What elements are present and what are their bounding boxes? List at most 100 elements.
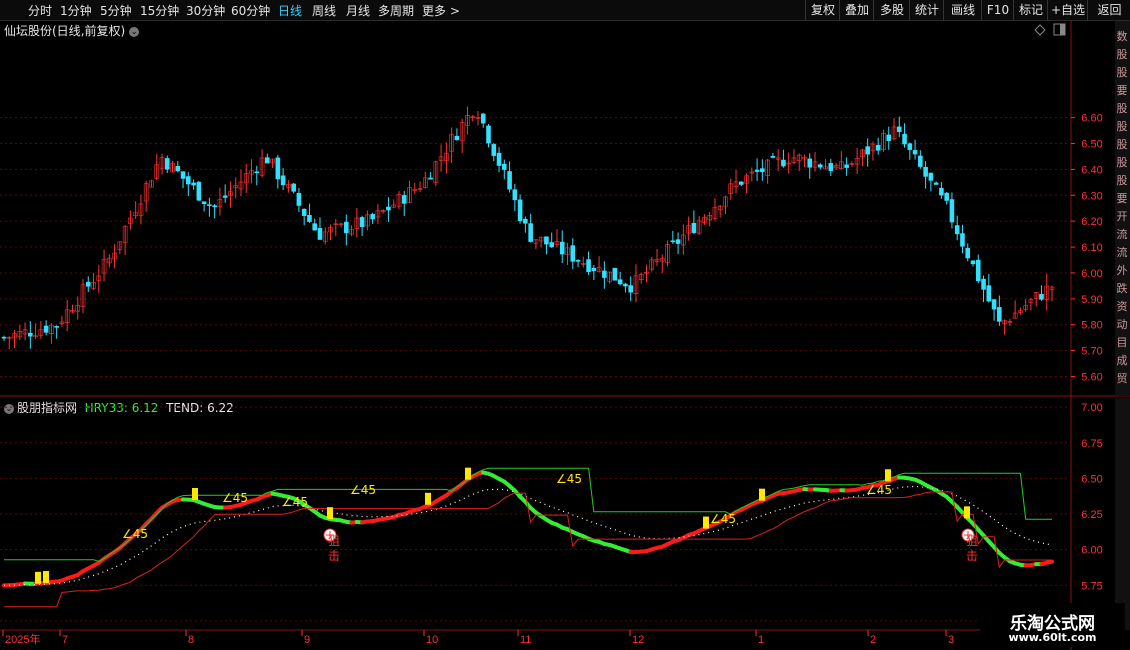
- candle-body: [933, 182, 939, 185]
- time-tick-label: 10: [426, 634, 438, 646]
- candle-body: [875, 144, 881, 151]
- candle-body: [254, 171, 260, 174]
- candle-body: [259, 157, 265, 176]
- price-tick-label: 6.20: [1081, 216, 1102, 228]
- signal-bar: [759, 488, 765, 501]
- candle-body: [828, 163, 834, 172]
- candle-body: [438, 156, 444, 161]
- candle-body: [412, 188, 418, 191]
- candle-body: [12, 333, 17, 339]
- candle-body: [407, 187, 412, 203]
- candle-body: [43, 325, 49, 333]
- candle-body: [907, 143, 913, 150]
- angle-annotation: ∠45: [222, 491, 248, 505]
- price-tick-label: 6.60: [1081, 113, 1102, 125]
- candle-body: [602, 270, 607, 278]
- candle-body: [222, 195, 228, 198]
- candle-body: [249, 170, 254, 175]
- candle-body: [544, 236, 549, 245]
- candle-body: [143, 183, 149, 202]
- hry-green-step-line: [4, 467, 1052, 562]
- candle-body: [370, 214, 375, 220]
- candle-body: [559, 241, 565, 255]
- candle-body: [64, 309, 70, 323]
- candle-body: [233, 185, 239, 189]
- candle-body: [644, 271, 649, 274]
- candle-body: [1028, 298, 1034, 303]
- candle-body: [702, 216, 707, 224]
- candle-body: [986, 285, 992, 302]
- candle-body: [918, 155, 923, 167]
- time-tick-label: 11: [520, 634, 531, 646]
- candle-body: [891, 126, 897, 140]
- candle-body: [270, 158, 275, 164]
- candle-body: [538, 236, 544, 242]
- candle-body: [486, 125, 491, 144]
- candle-body: [496, 152, 502, 166]
- time-tick-label: 2: [870, 634, 876, 646]
- candle-body: [454, 135, 460, 141]
- side-strip-char: 贸: [1117, 372, 1128, 385]
- candle-body: [944, 192, 949, 201]
- candle-body: [117, 241, 123, 250]
- watermark-line2: www.60lt.com: [1008, 631, 1097, 644]
- indicator-tick-label: 7.00: [1081, 402, 1102, 414]
- signal-bar: [425, 492, 431, 505]
- candle-body: [707, 215, 712, 221]
- candle-body: [275, 157, 281, 180]
- side-strip-char: 股: [1117, 174, 1128, 187]
- candle-body: [939, 187, 944, 196]
- candle-body: [954, 225, 960, 235]
- candle-body: [154, 164, 160, 179]
- side-strip-char: 外: [1117, 264, 1128, 277]
- candle-body: [80, 284, 86, 308]
- candle-body: [628, 285, 633, 293]
- candle-body: [659, 258, 665, 262]
- candle-body: [612, 267, 618, 281]
- candle-body: [428, 177, 433, 180]
- candle-body: [317, 228, 323, 240]
- candle-body: [459, 122, 465, 142]
- side-strip-char: 股: [1117, 102, 1128, 115]
- price-tick-label: 6.00: [1081, 268, 1102, 280]
- candle-body: [712, 206, 718, 219]
- candle-body: [433, 161, 439, 183]
- candle-body: [196, 181, 202, 201]
- candle-body: [675, 239, 681, 244]
- candle-body: [654, 258, 660, 262]
- candle-body: [765, 159, 770, 176]
- indicator-tick-label: 5.75: [1081, 580, 1102, 592]
- side-strip-char: 开: [1117, 210, 1128, 223]
- angle-annotation: ∠45: [556, 472, 582, 486]
- candle-body: [1, 336, 7, 339]
- candle-body: [586, 259, 591, 273]
- candle-body: [696, 220, 702, 234]
- side-strip-char: 股: [1117, 48, 1128, 61]
- angle-annotation: ∠45: [866, 483, 892, 497]
- time-tick-label: 9: [304, 634, 310, 646]
- candle-body: [833, 165, 839, 169]
- candle-body: [817, 164, 823, 168]
- candle-body: [228, 191, 233, 197]
- candle-body: [607, 271, 612, 282]
- candle-body: [1049, 286, 1055, 290]
- candle-body: [723, 196, 728, 207]
- candle-body: [807, 158, 813, 168]
- candle-body: [802, 157, 807, 160]
- candle-body: [881, 133, 886, 151]
- time-tick-label: 8: [188, 634, 194, 646]
- candle-body: [396, 193, 402, 207]
- candle-body: [617, 279, 623, 285]
- candle-body: [54, 326, 59, 328]
- candle-body: [902, 133, 907, 145]
- candle-body: [354, 217, 360, 229]
- candle-body: [70, 310, 75, 313]
- candle-body: [686, 225, 691, 234]
- candle-body: [91, 282, 96, 289]
- candle-body: [449, 134, 454, 152]
- candle-body: [860, 149, 865, 158]
- candle-body: [549, 242, 554, 248]
- time-tick-label: 1: [758, 634, 764, 646]
- signal-bar: [192, 488, 198, 501]
- main-chart[interactable]: 5.60 5.70 5.80 5.90 6.00 6.10 6.20 6.30 6.40 6.50…: [0, 0, 1130, 650]
